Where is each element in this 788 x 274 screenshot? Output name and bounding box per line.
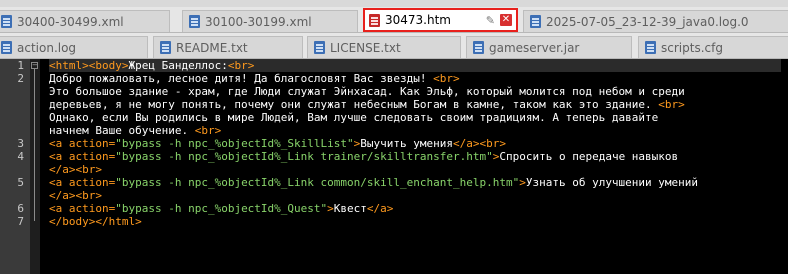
code-text-token: Жрец Банделлос: — [128, 59, 228, 72]
code-line[interactable]: <a action="bypass -h npc_%objectId%_Link… — [49, 150, 781, 163]
code-string-token: "bypass -h npc_%objectId%_Link common/sk… — [115, 176, 520, 189]
modified-file-icon — [369, 13, 380, 27]
tab-gameserver-jar[interactable]: gameserver.jar — [466, 36, 632, 58]
fold-toggle-icon[interactable]: − — [31, 62, 38, 69]
code-tag-token: </a><br> — [49, 189, 102, 202]
tab-bar-bottom: action.log README.txt LICENSE.txt gamese… — [0, 33, 788, 59]
code-tag-token: > — [327, 202, 334, 215]
tab-label: action.log — [17, 40, 77, 55]
tab-label: 30473.htm — [385, 13, 451, 27]
file-icon — [1, 15, 12, 28]
code-line[interactable]: <a action="bypass -h npc_%objectId%_Skil… — [49, 137, 781, 150]
code-editor[interactable]: 1234567 − <html><body>Жрец Банделлос:<br… — [0, 59, 788, 274]
code-line[interactable]: <a action="bypass -h npc_%objectId%_Link… — [49, 176, 781, 189]
code-tag-token: <a action= — [49, 150, 116, 163]
line-number: 3 — [17, 137, 24, 150]
code-text-token: Однако, если Вы родились в мире Людей, В… — [49, 111, 659, 124]
tab-bar-top: 30400-30499.xml 30100-30199.xml 30473.ht… — [0, 7, 788, 33]
code-tag-token: </a><br> — [453, 137, 506, 150]
fold-margin: − — [30, 59, 40, 274]
file-icon — [473, 41, 484, 54]
tab-license-txt[interactable]: LICENSE.txt — [307, 36, 461, 58]
pin-icon[interactable]: ✎ — [486, 14, 495, 27]
line-number: 6 — [17, 202, 24, 215]
code-string-token: "bypass -h npc_%objectId%_SkillList" — [115, 137, 354, 150]
code-text-token: Выучить умения — [360, 137, 453, 150]
code-tag-token: <br> — [227, 59, 255, 72]
code-line[interactable]: деревьев, я не могу понять, почему они с… — [49, 98, 781, 111]
code-tag-token: <br> — [433, 72, 460, 85]
tab-label: 2025-07-05_23-12-39_java0.log.0 — [546, 14, 749, 29]
tab-30100-30199-xml[interactable]: 30100-30199.xml — [182, 10, 358, 32]
file-icon — [530, 15, 541, 28]
code-tag-token: </a><br> — [49, 163, 102, 176]
code-line[interactable]: начнем Ваше обучение. <br> — [49, 124, 781, 137]
code-tag-token: </a> — [366, 202, 394, 215]
line-number: 2 — [17, 72, 24, 85]
code-line[interactable]: </body></html> — [49, 215, 781, 228]
code-tag-token: <a action= — [49, 176, 116, 189]
code-line[interactable]: <a action="bypass -h npc_%objectId%_Ques… — [49, 202, 781, 215]
code-line[interactable]: </a><br> — [49, 189, 781, 202]
line-number-gutter: 12 34 5 67 — [0, 59, 30, 274]
line-number: 7 — [17, 215, 24, 228]
code-tag-token: </body></html> — [49, 215, 142, 228]
fold-guide-line — [34, 69, 35, 221]
file-icon — [189, 15, 200, 28]
line-number: 4 — [17, 150, 24, 163]
file-icon — [314, 41, 325, 54]
tab-readme-txt[interactable]: README.txt — [153, 36, 303, 58]
tab-label: 30100-30199.xml — [205, 14, 312, 29]
tab-action-log[interactable]: action.log — [0, 36, 148, 58]
tab-30400-30499-xml[interactable]: 30400-30499.xml — [0, 10, 170, 32]
code-line[interactable]: Добро пожаловать, лесное дитя! Да благос… — [49, 72, 781, 85]
code-tag-token: > — [519, 176, 526, 189]
tab-label: 30400-30499.xml — [17, 14, 124, 29]
line-number: 1 — [17, 59, 24, 72]
line-number: 5 — [17, 176, 24, 189]
file-icon — [160, 41, 171, 54]
tab-label: gameserver.jar — [489, 40, 580, 55]
code-text-token: деревьев, я не могу понять, почему они с… — [49, 98, 659, 111]
file-icon — [645, 41, 656, 54]
code-area[interactable]: <html><body>Жрец Банделлос:<br> Добро пож… — [49, 59, 781, 274]
code-string-token: "bypass -h npc_%objectId%_Link trainer/s… — [115, 150, 493, 163]
file-icon — [1, 41, 12, 54]
tab-scripts-cfg[interactable]: scripts.cfg — [638, 36, 788, 58]
code-text-token: начнем Ваше обучение. — [49, 124, 195, 137]
code-text-token: Добро пожаловать, лесное дитя! Да благос… — [49, 72, 434, 85]
code-text-token: Узнать об улучшении умений — [525, 176, 699, 189]
tab-label: scripts.cfg — [661, 40, 723, 55]
code-line[interactable]: </a><br> — [49, 163, 781, 176]
code-text-token: Спросить о передаче навыков — [499, 150, 679, 163]
code-tag-token: <br> — [194, 124, 222, 137]
code-tag-token: <html><body> — [49, 59, 129, 72]
tab-label: LICENSE.txt — [330, 40, 401, 55]
tab-30473-htm[interactable]: 30473.htm ✎ ✕ — [363, 8, 518, 32]
code-tag-token: <br> — [658, 98, 685, 111]
code-tag-token: <a action= — [49, 137, 116, 150]
code-string-token: "bypass -h npc_%objectId%_Quest" — [115, 202, 328, 215]
close-icon[interactable]: ✕ — [500, 14, 512, 26]
code-line[interactable]: <html><body>Жрец Банделлос:<br> — [49, 59, 781, 72]
code-line[interactable]: Это большое здание - храм, где Люди служ… — [49, 85, 781, 98]
code-tag-token: <a action= — [49, 202, 116, 215]
tab-label: README.txt — [176, 40, 248, 55]
code-line[interactable]: Однако, если Вы родились в мире Людей, В… — [49, 111, 781, 124]
tab-java-log[interactable]: 2025-07-05_23-12-39_java0.log.0 — [523, 10, 788, 32]
code-text-token: Квест — [333, 202, 367, 215]
code-text-token: Это большое здание - храм, где Люди служ… — [49, 85, 685, 98]
